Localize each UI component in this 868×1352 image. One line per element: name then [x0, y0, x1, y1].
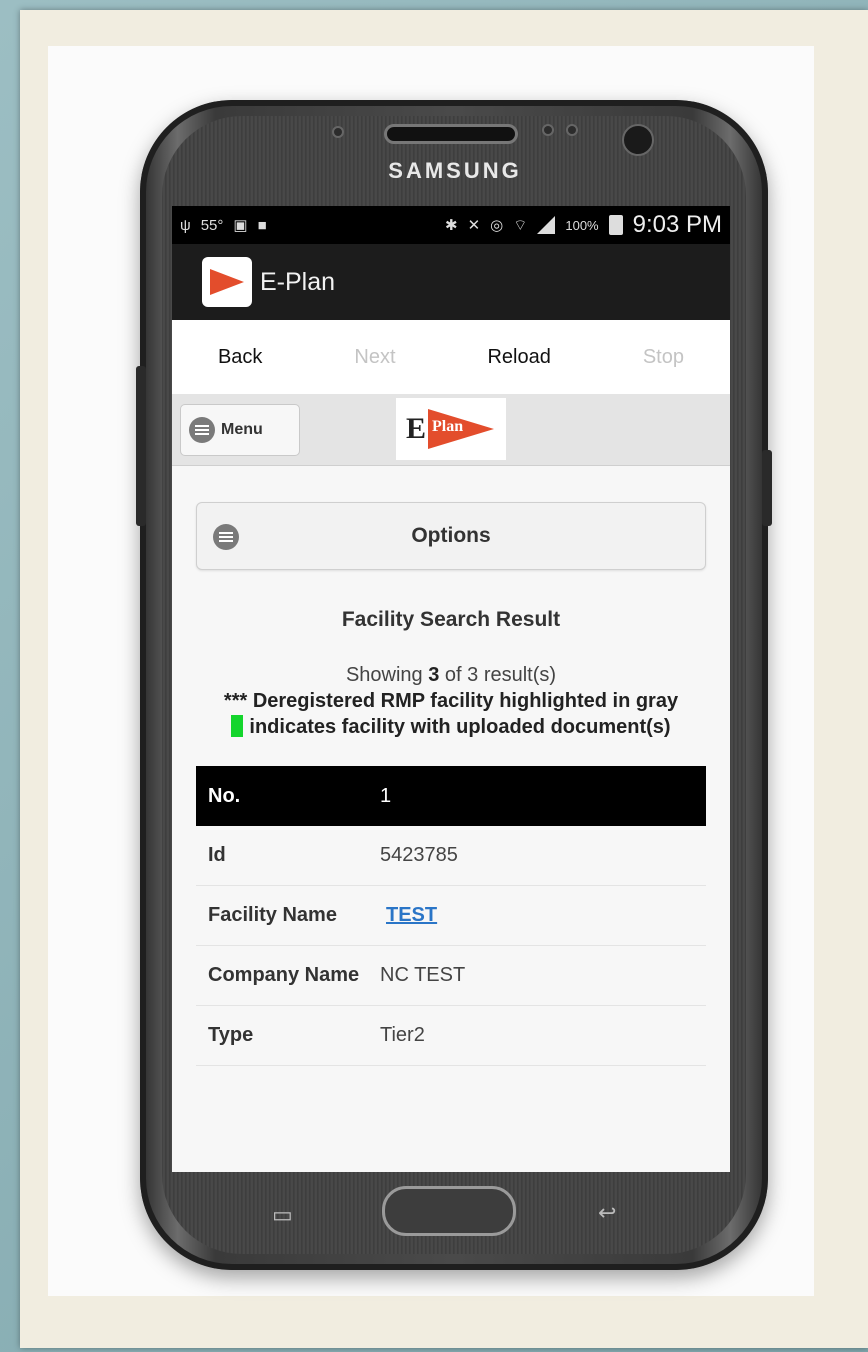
facility-name-link[interactable]: TEST	[380, 904, 443, 927]
list-icon	[189, 417, 215, 443]
row-value: Tier2	[380, 1024, 425, 1046]
table-row: Type Tier2	[196, 1006, 706, 1066]
browser-nav: Back Next Reload Stop	[172, 320, 730, 394]
bag-icon: ■	[257, 216, 267, 234]
page-title: Facility Search Result	[341, 608, 561, 631]
page-header: Menu E Plan	[172, 394, 730, 466]
proximity-sensor-icon	[332, 126, 344, 138]
app-title: E-Plan	[260, 267, 336, 296]
row-value: 5423785	[380, 844, 458, 866]
eplan-logo[interactable]: E Plan	[396, 398, 506, 460]
reload-button[interactable]: Reload	[487, 346, 550, 369]
main-content: Options Facility Search Result Showing 3…	[172, 466, 730, 1172]
shown-count: 3	[428, 664, 440, 686]
stop-button[interactable]: Stop	[643, 346, 684, 369]
front-camera-icon	[622, 124, 654, 156]
row-value: NC TEST	[380, 964, 466, 986]
table-row: Facility Name TEST	[196, 886, 706, 946]
back-button[interactable]: Back	[218, 346, 262, 369]
recent-apps-icon: ▭	[272, 1202, 293, 1227]
app-logo-icon[interactable]	[202, 257, 252, 307]
menu-label: Menu	[221, 421, 263, 438]
app-bar: E-Plan	[172, 244, 730, 320]
sensor-icon	[542, 124, 554, 136]
sensor-icon	[566, 124, 578, 136]
signal-icon	[537, 216, 556, 234]
row-value: 1	[380, 784, 392, 807]
table-row: Company Name NC TEST	[196, 946, 706, 1006]
device-brand: SAMSUNG	[388, 158, 522, 183]
phone-screen: ψ 55° ▣ ■ ✱ ✕ ◎ ⌔ 100% 9:03 PM E-Plan Ba…	[172, 206, 730, 1172]
row-key: Id	[208, 844, 226, 866]
next-button[interactable]: Next	[354, 346, 395, 369]
uploaded-note: indicates facility with uploaded documen…	[196, 714, 706, 740]
back-arrow-icon: ↩	[598, 1200, 617, 1225]
earpiece-speaker	[384, 124, 518, 144]
logo-flag-icon: Plan	[428, 409, 495, 449]
battery-icon	[608, 215, 623, 235]
volume-button	[136, 366, 146, 526]
row-key: No.	[208, 784, 241, 807]
menu-button[interactable]: Menu	[180, 404, 300, 456]
clock: 9:03 PM	[632, 211, 722, 238]
list-icon	[213, 524, 239, 550]
table-row: No. 1	[196, 766, 706, 826]
table-row: Id 5423785	[196, 826, 706, 886]
wifi-icon: ⌔	[513, 216, 528, 234]
alarm-icon: ◎	[490, 217, 504, 234]
logo-letter: E	[406, 412, 427, 445]
power-button	[762, 450, 772, 526]
deregistered-note: *** Deregistered RMP facility highlighte…	[223, 690, 679, 712]
mute-icon: ✕	[467, 217, 481, 234]
temperature-icon: 55°	[200, 216, 224, 234]
results-count: Showing 3 of 3 result(s)	[345, 664, 557, 686]
bluetooth-icon: ✱	[445, 217, 458, 234]
result-table: No. 1 Id 5423785 Facility Name TEST Comp…	[196, 766, 706, 1066]
row-key: Company Name	[208, 964, 360, 986]
row-key: Type	[208, 1024, 254, 1046]
status-bar: ψ 55° ▣ ■ ✱ ✕ ◎ ⌔ 100% 9:03 PM	[172, 206, 730, 244]
battery-percent: 100%	[565, 217, 599, 233]
uploaded-indicator-icon	[231, 715, 244, 737]
usb-icon: ψ	[180, 216, 191, 234]
options-label: Options	[411, 524, 491, 547]
image-icon: ▣	[233, 217, 248, 234]
options-button[interactable]: Options	[196, 502, 706, 570]
row-key: Facility Name	[208, 904, 337, 926]
logo-word: Plan	[432, 418, 464, 435]
home-button	[382, 1186, 516, 1236]
